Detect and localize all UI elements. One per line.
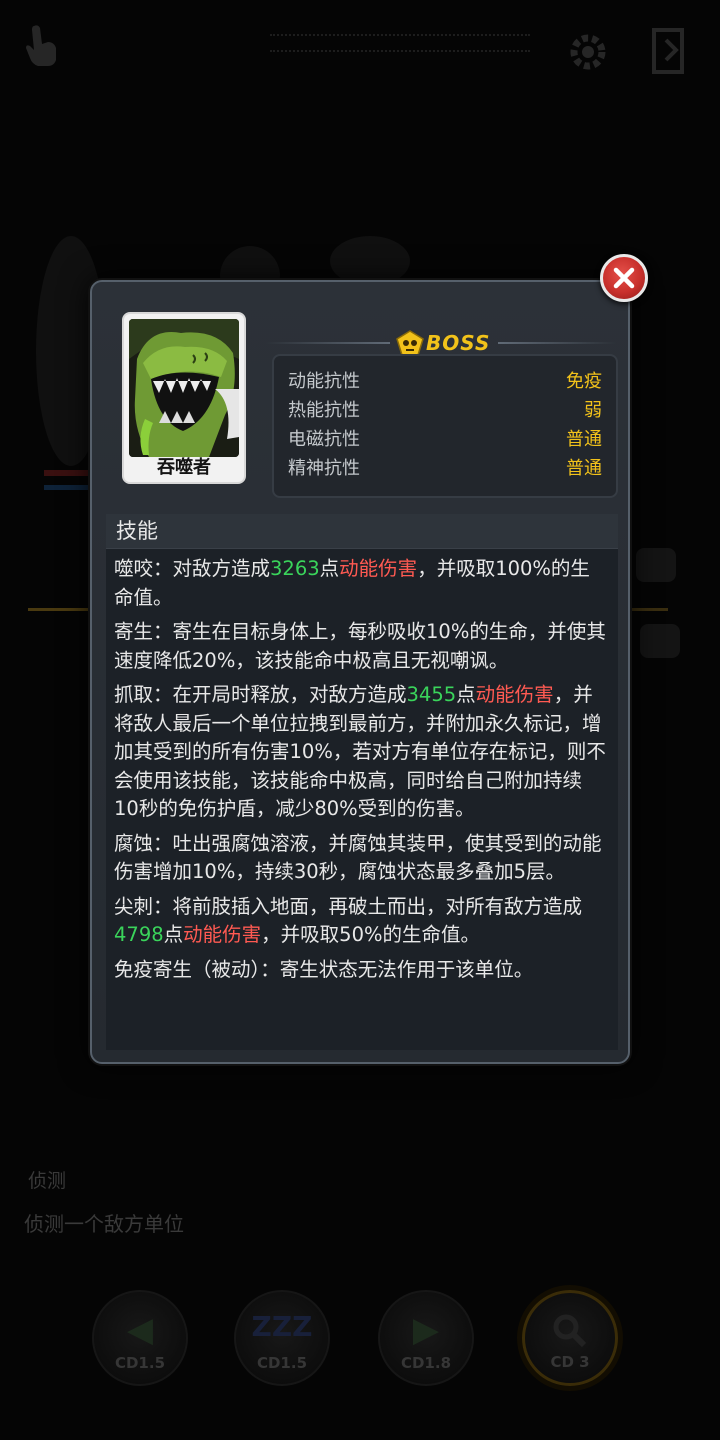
game-screen: 侦测 侦测一个敌方单位 ◀ CD1.5 ZZZ CD1.5 ▶ CD1.8 CD… [0,0,720,1440]
damage-type: 动能伤害 [475,683,554,706]
side-unit-icon[interactable] [640,624,680,658]
skill-description: 腐蚀：吐出强腐蚀溶液，并腐蚀其装甲，使其受到的动能伤害增加10%，持续30秒，腐… [114,830,606,887]
skill-description-text: 侦测一个敌方单位 [24,1212,184,1236]
resistance-name: 热能抗性 [288,400,360,421]
resistance-value: 免疫 [566,371,602,392]
exit-icon[interactable] [648,26,692,76]
close-button[interactable] [600,254,648,302]
resistance-name: 电磁抗性 [288,429,360,450]
side-unit-icon[interactable] [636,548,676,582]
tap-hand-icon[interactable] [24,22,64,68]
skill-button-retreat[interactable]: ◀ CD1.5 [92,1290,188,1386]
damage-number: 3263 [270,557,320,580]
divider [628,608,668,611]
resistance-name: 动能抗性 [288,371,360,392]
boss-info-dialog: 吞噬者 BOSS 动能抗性 免疫 热能抗性 弱 电磁抗性 普通 精神抗性 普通 … [90,280,630,1064]
skill-description: 抓取：在开局时释放，对敌方造成3455点动能伤害，并将敌人最后一个单位拉拽到最前… [114,681,606,824]
skill-text: 点 [456,683,476,706]
green-arrow-left-icon: ◀ [126,1310,154,1350]
skill-description: 寄生：寄生在目标身体上，每秒吸收10%的生命，并使其速度降低20%，该技能命中极… [114,618,606,675]
resistance-row: 热能抗性 弱 [288,397,602,425]
dialog-header: 吞噬者 BOSS 动能抗性 免疫 热能抗性 弱 电磁抗性 普通 精神抗性 普通 [106,298,618,512]
boss-portrait-card: 吞噬者 [122,312,246,484]
skill-button-sleep[interactable]: ZZZ CD1.5 [234,1290,330,1386]
skill-description: 免疫寄生（被动）：寄生状态无法作用于该单位。 [114,956,606,985]
skill-text: 尖刺：将前肢插入地面，再破土而出，对所有敌方造成 [114,894,583,918]
resistance-value: 普通 [566,429,602,450]
cooldown-label: CD1.5 [114,1354,166,1372]
damage-type: 动能伤害 [339,557,418,580]
resistance-row: 精神抗性 普通 [288,455,602,483]
damage-type: 动能伤害 [183,923,262,946]
gear-icon[interactable] [566,30,610,74]
title-divider-left [266,342,390,344]
resistance-name: 精神抗性 [288,458,360,479]
skill-description-title: 侦测 [28,1170,67,1192]
skill-text: 寄生：寄生在目标身体上，每秒吸收10%的生命，并使其速度降低20%，该技能命中极… [114,620,606,672]
resistance-row: 电磁抗性 普通 [288,426,602,454]
resistance-panel: 动能抗性 免疫 热能抗性 弱 电磁抗性 普通 精神抗性 普通 [272,354,618,498]
resistance-value: 普通 [566,458,602,479]
boss-rank-label: BOSS [426,331,491,355]
cooldown-label: CD1.8 [400,1354,452,1372]
skill-text: 点 [163,923,184,946]
skills-heading: 技能 [116,519,158,543]
close-icon [613,267,635,289]
cooldown-label: CD 3 [550,1353,590,1371]
damage-number: 3455 [406,683,457,706]
skill-text: 免疫寄生（被动）：寄生状态无法作用于该单位。 [114,957,534,981]
title-divider-right [498,342,616,344]
resistance-value: 弱 [584,400,602,421]
skill-text: ，并吸取50%的生命值。 [261,923,481,946]
skills-list[interactable]: 噬咬：对敌方造成3263点动能伤害，并吸取100%的生命值。寄生：寄生在目标身体… [106,548,618,1050]
skill-button-detect[interactable]: CD 3 [522,1290,618,1386]
cooldown-label: CD1.5 [256,1354,308,1372]
resistance-row: 动能抗性 免疫 [288,368,602,396]
skill-button-advance[interactable]: ▶ CD1.8 [378,1290,474,1386]
green-arrow-right-icon: ▶ [412,1310,440,1350]
enemy-unit[interactable] [330,236,410,286]
boss-badge: BOSS [390,330,498,356]
devourer-portrait-image [129,319,239,457]
damage-number: 4798 [114,923,164,946]
divider [28,608,92,611]
boss-name: 吞噬者 [157,457,211,478]
skill-description: 尖刺：将前肢插入地面，再破土而出，对所有敌方造成 4798点动能伤害，并吸取50%… [114,893,606,950]
skill-text: 点 [319,557,340,580]
sleep-zzz-icon: ZZZ [251,1310,313,1343]
skills-section-header: 技能 [106,514,618,548]
skill-text: 噬咬：对敌方造成 [114,557,271,580]
skill-text: 腐蚀：吐出强腐蚀溶液，并腐蚀其装甲，使其受到的动能伤害增加10%，持续30秒，腐… [114,831,602,884]
skill-text: 抓取：在开局时释放，对敌方造成 [114,683,407,706]
top-status-text [270,34,530,52]
skill-description: 噬咬：对敌方造成3263点动能伤害，并吸取100%的生命值。 [114,555,606,612]
